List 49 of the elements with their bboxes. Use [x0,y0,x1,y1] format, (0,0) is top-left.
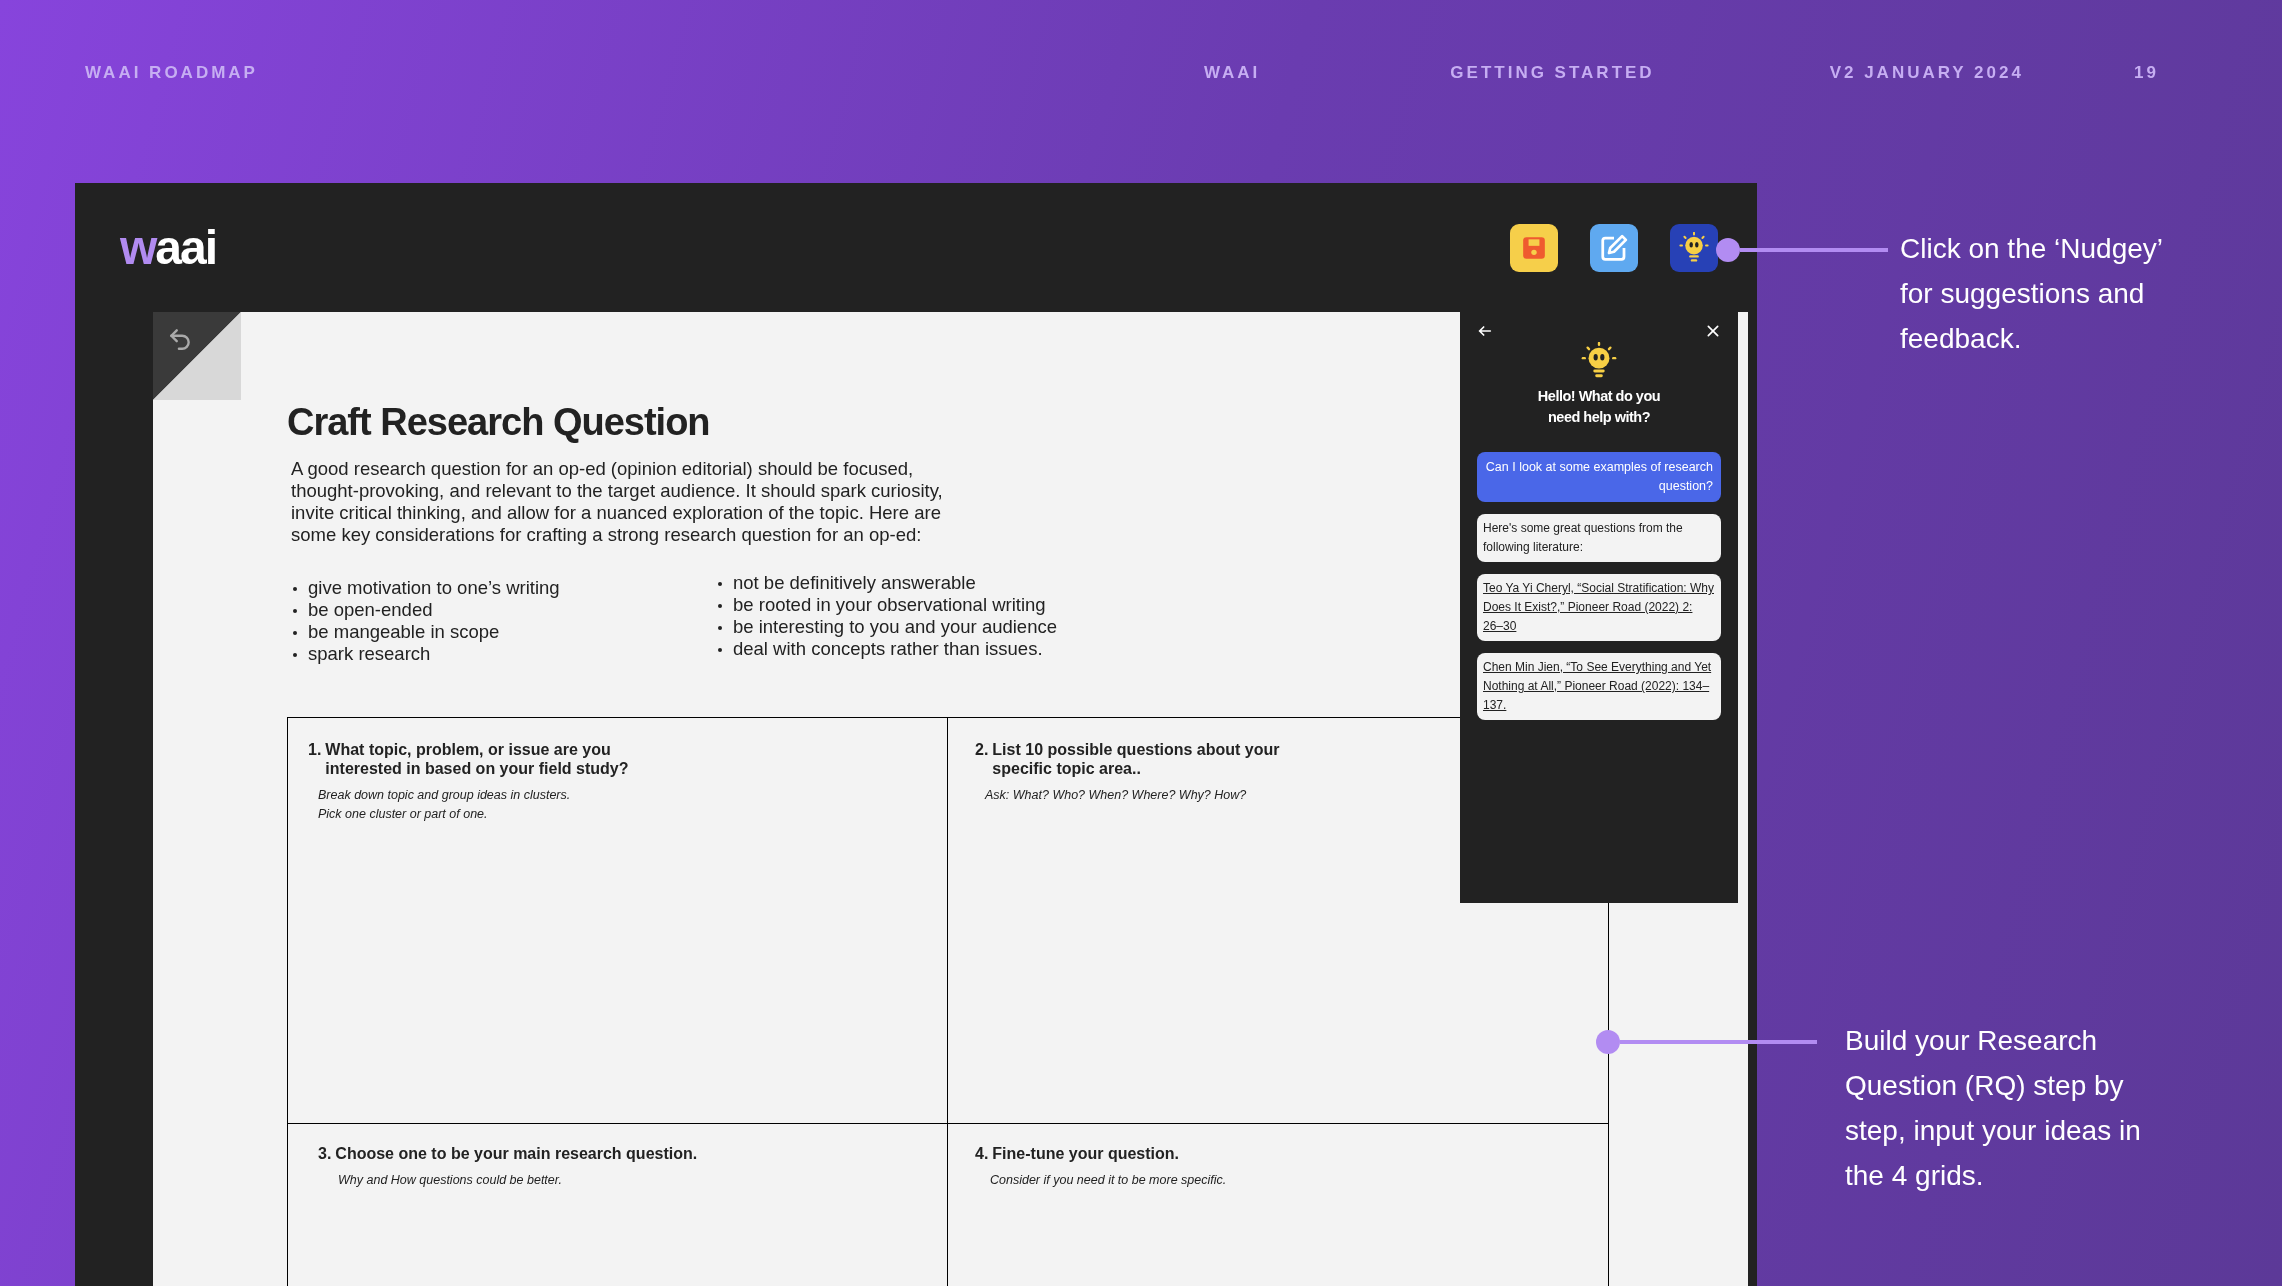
assistant-message: Here's some great questions from the following literature: [1477,514,1721,562]
bullet-icon [718,626,722,630]
consideration-item: deal with concepts rather than issues. [733,638,1043,660]
step-hint: Ask: What? Who? When? Where? Why? How? [985,787,1248,804]
step-heading: 4. Fine-tune your question. [975,1144,1180,1163]
nudgey-greeting: Hello! What do you need help with? [1536,387,1662,427]
page-title: Craft Research Question [287,400,710,444]
bullet-icon [718,604,722,608]
bullet-icon [293,587,297,591]
bullet-icon [718,582,722,586]
lightbulb-icon [1678,231,1710,264]
intro-paragraph: A good research question for an op-ed (opinion editorial) should be focused, thought-provoking, and relevant to the target audience. It should spark curiosity, invite critical thinking, and allow for a nuanced exploration of the topic. Here are some key considerations for crafting a strong research question for an op-ed: [291,458,944,546]
consideration-item: spark research [308,643,431,665]
consideration-item: be mangeable in scope [308,621,500,643]
step-hint: Pick one cluster or part of one. [318,806,489,823]
app-logo: waai [120,223,217,272]
slide-header-text: V2 JANUARY 2024 [1829,62,2024,84]
step-hint: Break down topic and group ideas in clusters. [318,787,572,804]
bullet-icon [293,609,297,613]
consideration-item: be interesting to you and your audience [733,616,1057,638]
callout-text: Click on the ‘Nudgey’ for suggestions and feedback. [1900,232,2163,356]
step-heading: 2. List 10 possible questions about your specific topic area.. [975,740,1281,778]
bullet-icon [293,631,297,635]
edit-icon [1599,232,1629,263]
edit-button[interactable] [1590,223,1638,272]
lightbulb-icon [1580,342,1618,380]
close-icon[interactable] [1705,323,1721,339]
back-arrow-icon[interactable] [1477,323,1493,339]
reference-link[interactable]: Teo Ya Yi Cheryl, “Social Stratification: Why Does It Exist?,” Pioneer Road (2022) 2: 26–30 [1483,579,1715,636]
consideration-item: be rooted in your observational writing [733,594,1046,616]
consideration-item: give motivation to one’s writing [308,577,560,599]
step-hint: Consider if you need it to be more specific. [990,1172,1228,1189]
bullet-icon [718,648,722,652]
slide-header-text: 19 [2133,62,2159,84]
undo-icon[interactable] [167,326,193,352]
callout-text: Build your Research Question (RQ) step by step, input your ideas in the 4 grids. [1845,1024,2142,1193]
slide-header-text: WAAI [1203,62,1261,84]
consideration-item: be open-ended [308,599,433,621]
bullet-icon [293,653,297,657]
consideration-item: not be definitively answerable [733,572,976,594]
slide-header-text: WAAI ROADMAP [85,62,258,84]
nudgey-button[interactable] [1670,223,1718,272]
step-heading: 3. Choose one to be your main research question. [317,1144,699,1163]
user-message: Can I look at some examples of research question? [1477,452,1721,502]
save-button[interactable] [1510,223,1558,272]
slide-header-text: GETTING STARTED [1450,62,1655,84]
step-hint: Why and How questions could be better. [338,1172,563,1189]
reference-link[interactable]: Chen Min Jien, “To See Everything and Yet Nothing at All,” Pioneer Road (2022): 134–137. [1483,658,1715,715]
step-heading: 1. What topic, problem, or issue are you interested in based on your field study? [308,740,630,778]
